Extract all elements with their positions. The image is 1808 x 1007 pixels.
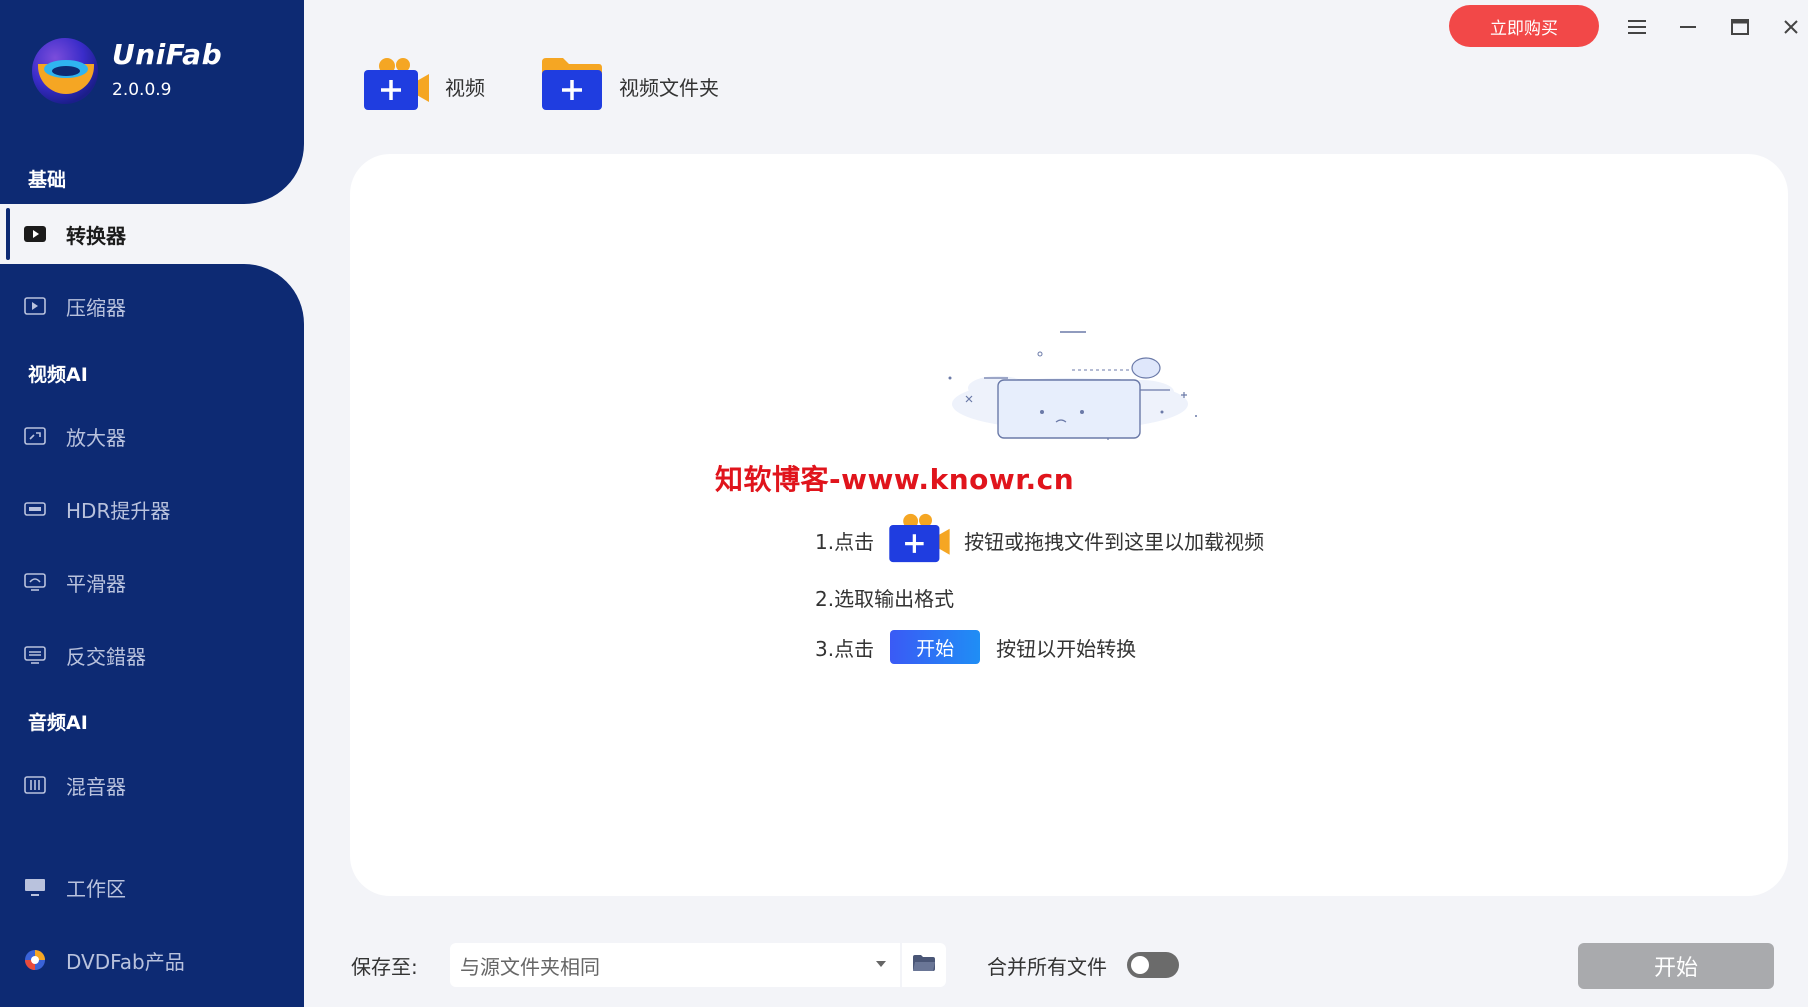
sidebar-item-smoother[interactable]: 平滑器 [0,554,304,610]
sidebar-item-dvdfab[interactable]: DVDFab产品 [0,932,304,988]
sidebar-item-hdr[interactable]: HDR提升器 [0,481,304,537]
monitor-icon [24,878,46,896]
start-button[interactable]: 开始 [1578,943,1774,989]
close-icon[interactable] [1776,12,1806,42]
step-3-suffix: 按钮以开始转换 [996,636,1137,661]
sidebar-item-label: DVDFab产品 [66,949,185,974]
upscale-icon [24,427,46,445]
compress-icon [24,297,46,315]
instruction-step-3: 3.点击 开始 按钮以开始转换 [815,630,1136,664]
deinterlace-icon [24,646,46,664]
sidebar-item-deinterlacer[interactable]: 反交錯器 [0,627,304,683]
step-3-prefix: 3.点击 [815,636,875,661]
chevron-down-icon [876,961,886,967]
sidebar-item-label: 转换器 [66,223,126,248]
menu-icon[interactable] [1622,12,1652,42]
dvdfab-icon [24,950,46,970]
merge-all-toggle[interactable] [1127,952,1179,978]
add-video-label: 视频 [445,75,485,100]
minimize-icon[interactable] [1673,12,1703,42]
toggle-knob [1131,956,1149,974]
step-1-prefix: 1.点击 [815,530,875,554]
section-audio-ai: 音频AI [28,712,88,734]
sidebar-item-converter[interactable]: 转换器 [0,206,304,262]
add-video-icon [888,512,950,569]
sidebar-item-upscaler[interactable]: 放大器 [0,408,304,464]
sidebar-item-label: 放大器 [66,425,126,450]
step-2-text: 2.选取输出格式 [815,587,955,611]
add-folder-button[interactable]: 视频文件夹 [541,56,719,116]
section-basic: 基础 [28,169,67,191]
save-to-label: 保存至: [351,955,418,979]
merge-all-label: 合并所有文件 [987,955,1107,979]
sidebar-item-label: 压缩器 [66,295,126,320]
sidebar-item-compressor[interactable]: 压缩器 [0,278,304,334]
sidebar-item-workspace[interactable]: 工作区 [0,859,304,915]
sidebar-item-label: 反交錯器 [66,644,146,669]
sidebar-item-label: 混音器 [66,774,126,799]
maximize-icon[interactable] [1725,12,1755,42]
play-icon [24,225,46,243]
save-to-value: 与源文件夹相同 [460,954,600,979]
add-folder-label: 视频文件夹 [619,75,719,100]
sidebar-item-mixer[interactable]: 混音器 [0,757,304,813]
add-folder-icon [541,56,603,117]
empty-box-illustration [940,326,1200,458]
smoother-icon [24,573,46,591]
app-brand: UniFab [112,38,223,71]
folder-icon [912,954,936,976]
add-video-button[interactable]: 视频 [363,56,485,116]
instruction-step-1: 1.点击 按钮或拖拽文件到这里以加载视频 [815,512,1264,569]
sidebar-item-label: 平滑器 [66,571,126,596]
app-logo [32,38,98,104]
app-version: 2.0.0.9 [112,80,172,100]
start-chip: 开始 [890,630,981,664]
hdr-icon [24,500,46,518]
add-video-icon [363,56,429,117]
instruction-step-2: 2.选取输出格式 [815,583,954,612]
mixer-icon [24,776,46,794]
buy-now-button[interactable]: 立即购买 [1449,5,1599,47]
save-to-select[interactable]: 与源文件夹相同 [450,943,900,987]
sidebar: UniFab 2.0.0.9 基础 转换器 压缩器 视频AI 放大器 HDR提升… [0,0,304,1007]
step-1-suffix: 按钮或拖拽文件到这里以加载视频 [964,530,1265,554]
browse-folder-button[interactable] [902,943,946,987]
section-video-ai: 视频AI [28,364,88,386]
watermark-text: 知软博客-www.knowr.cn [715,463,1075,496]
sidebar-item-label: 工作区 [66,876,126,901]
sidebar-item-label: HDR提升器 [66,498,171,523]
